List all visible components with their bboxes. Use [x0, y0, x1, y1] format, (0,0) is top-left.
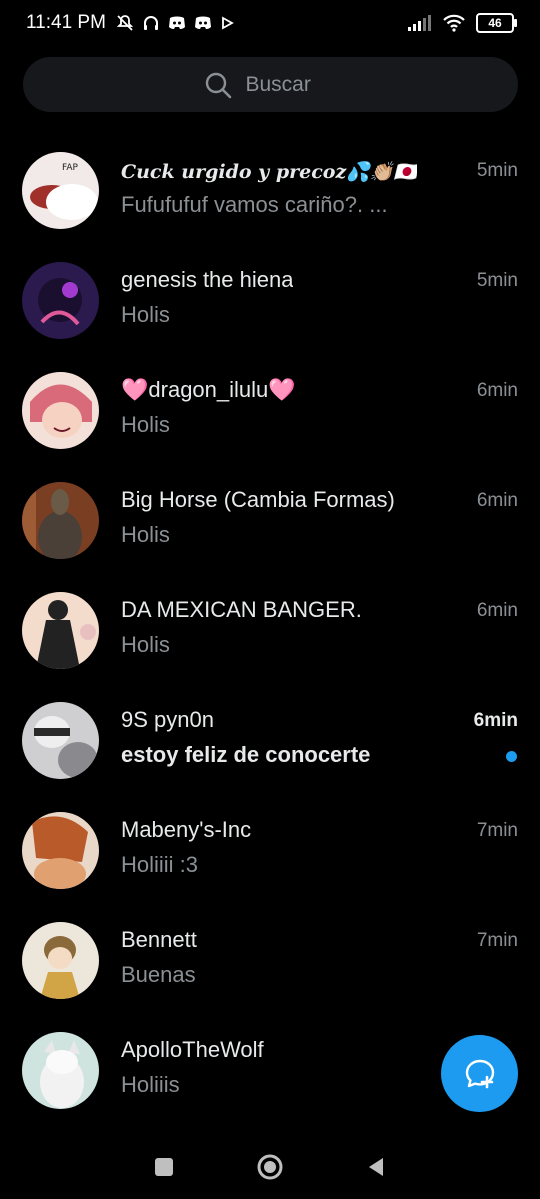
conversation-name: Cuck urgido y precoz💦👏🏼🇯🇵 [121, 161, 418, 183]
conversation-preview: Holis [121, 522, 170, 547]
conversation-name: genesis the hiena [121, 267, 294, 292]
avatar[interactable] [22, 262, 99, 339]
play-icon [222, 16, 234, 30]
conversation-time: 5min [476, 270, 518, 291]
conversation-time: 6min [473, 710, 518, 731]
headphones-icon [143, 16, 158, 30]
conversation-time: 5min [476, 160, 518, 181]
avatar[interactable] [22, 592, 99, 669]
avatar[interactable] [22, 372, 99, 449]
status-time: 11:41 PM [26, 12, 106, 33]
home-icon[interactable] [255, 1152, 285, 1182]
avatar[interactable] [22, 702, 99, 779]
conversation-item[interactable]: Big Horse (Cambia Formas) Holis 6min [0, 465, 540, 575]
wifi-icon [443, 14, 465, 32]
conversation-name: ApolloTheWolf [121, 1037, 264, 1062]
conversation-item[interactable]: 9S pyn0n estoy feliz de conocerte 6min [0, 685, 540, 795]
battery-icon: 46 [476, 13, 517, 33]
conversation-time: 6min [476, 380, 518, 401]
avatar[interactable] [22, 812, 99, 889]
conversation-item[interactable]: Mabeny's-Inc Holiiii :3 7min [0, 795, 540, 905]
conversation-preview: Holis [121, 412, 170, 437]
conversation-name: 9S pyn0n [121, 707, 214, 732]
conversation-preview: estoy feliz de conocerte [121, 742, 371, 767]
discord-icon [194, 16, 211, 29]
search-bar[interactable] [23, 57, 518, 112]
conversation-time: 7min [476, 930, 518, 951]
conversation-name: Mabeny's-Inc [121, 817, 252, 842]
status-bar: 11:41 PM 46 [0, 0, 540, 46]
unread-indicator [506, 751, 517, 762]
conversation-preview: Holiiis [121, 1072, 180, 1097]
conversation-item[interactable]: Bennett Buenas 7min [0, 905, 540, 1015]
conversation-preview: Buenas [121, 962, 196, 987]
avatar[interactable] [22, 922, 99, 999]
recents-icon[interactable] [153, 1156, 175, 1178]
search-input[interactable] [243, 71, 338, 98]
conversation-preview: Holis [121, 632, 170, 657]
conversation-item[interactable]: genesis the hiena Holis 5min [0, 245, 540, 355]
conversation-name: Bennett [121, 927, 197, 952]
discord-icon [168, 16, 185, 29]
avatar[interactable] [22, 482, 99, 559]
conversation-name: 🩷dragon_ilulu🩷 [121, 377, 296, 402]
conversation-list: FAP Cuck urgido y precoz💦👏🏼🇯🇵 Fufufufuf … [0, 135, 540, 1125]
conversation-item[interactable]: DA MEXICAN BANGER. Holis 6min [0, 575, 540, 685]
conversation-time: 6min [476, 600, 518, 621]
back-icon[interactable] [365, 1156, 387, 1178]
conversation-time: 6min [476, 490, 518, 511]
conversation-item[interactable]: FAP Cuck urgido y precoz💦👏🏼🇯🇵 Fufufufuf … [0, 135, 540, 245]
conversation-preview: Holiiii :3 [121, 852, 199, 877]
avatar[interactable]: FAP [22, 152, 99, 229]
new-message-button[interactable] [441, 1035, 518, 1112]
conversation-time: 7min [476, 820, 518, 841]
battery-level: 46 [488, 16, 502, 30]
avatar[interactable] [22, 1032, 99, 1109]
conversation-preview: Fufufufuf vamos cariño?. ... [121, 192, 388, 217]
search-icon [205, 72, 231, 98]
conversation-name: Big Horse (Cambia Formas) [121, 487, 395, 512]
new-message-icon [465, 1059, 494, 1088]
conversation-preview: Holis [121, 302, 170, 327]
system-nav-bar [0, 1134, 540, 1199]
signal-icon [408, 15, 431, 31]
mute-icon [116, 15, 134, 31]
conversation-name: DA MEXICAN BANGER. [121, 597, 362, 622]
svg-text:FAP: FAP [62, 163, 79, 173]
conversation-item[interactable]: 🩷dragon_ilulu🩷 Holis 6min [0, 355, 540, 465]
